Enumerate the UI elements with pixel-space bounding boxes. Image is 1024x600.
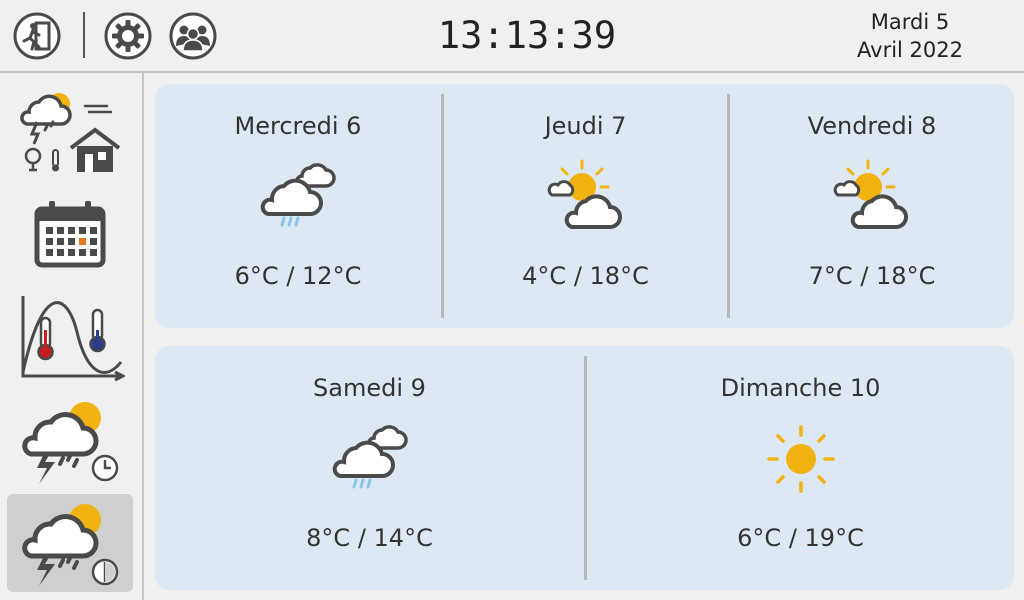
date-day: Mardi 5 <box>870 10 950 34</box>
day-name: Vendredi 8 <box>807 112 937 140</box>
day-name: Samedi 9 <box>313 374 426 402</box>
forecast-day-3: Vendredi 8 7°C / 18°C <box>730 84 1014 328</box>
clock: 13:13:39 <box>437 14 617 57</box>
day-temperature: 6°C / 12°C <box>234 262 362 290</box>
emergency-exit-icon <box>13 12 61 60</box>
weather-home-sensors-icon <box>20 93 121 172</box>
users-icon <box>169 12 217 60</box>
day-temperature: 4°C / 18°C <box>522 262 649 290</box>
users-button[interactable] <box>168 11 218 61</box>
forecast-day-4: Samedi 9 8°C / 14°C <box>155 346 584 590</box>
sidebar-item-weather-forecast[interactable] <box>7 494 133 592</box>
sidebar-item-calendar[interactable] <box>7 184 133 282</box>
top-separator <box>83 12 85 58</box>
sidebar-item-weather-clock[interactable] <box>7 392 133 490</box>
temperature-curve-icon <box>21 296 125 382</box>
forecast-day-5: Dimanche 10 6°C / 19°C <box>587 346 1014 590</box>
forecast-panel-bottom: Samedi 9 8°C / 14°C Dimanche 10 6°C / 19… <box>155 346 1014 590</box>
day-name: Jeudi 7 <box>544 112 627 140</box>
calendar-icon <box>34 201 106 268</box>
exit-button[interactable] <box>12 11 62 61</box>
partly-cloudy-icon <box>531 157 641 237</box>
day-name: Mercredi 6 <box>234 112 362 140</box>
partly-cloudy-icon <box>817 157 927 237</box>
day-temperature: 8°C / 14°C <box>306 524 433 552</box>
current-date: Mardi 5 Avril 2022 <box>830 8 990 64</box>
weather-clock-icon <box>22 402 119 484</box>
sidebar-item-temperature-curve[interactable] <box>7 288 133 386</box>
day-name: Dimanche 10 <box>720 374 881 402</box>
forecast-day-1: Mercredi 6 6°C / 12°C <box>155 84 441 328</box>
gear-icon <box>104 12 152 60</box>
sidebar-item-weather-home[interactable] <box>7 80 133 178</box>
rain-cloud-icon <box>315 419 425 499</box>
date-month-year: Avril 2022 <box>857 38 963 62</box>
forecast-panel-top: Mercredi 6 6°C / 12°C Jeudi 7 4°C / 18°C <box>155 84 1014 328</box>
forecast-day-2: Jeudi 7 4°C / 18°C <box>444 84 727 328</box>
weather-forecast-icon <box>22 504 119 586</box>
sun-icon <box>746 419 856 499</box>
settings-button[interactable] <box>103 11 153 61</box>
day-temperature: 7°C / 18°C <box>808 262 936 290</box>
day-temperature: 6°C / 19°C <box>737 524 864 552</box>
top-bar: 13:13:39 Mardi 5 Avril 2022 <box>0 0 1024 73</box>
rain-cloud-icon <box>243 157 353 237</box>
sidebar <box>0 73 144 600</box>
